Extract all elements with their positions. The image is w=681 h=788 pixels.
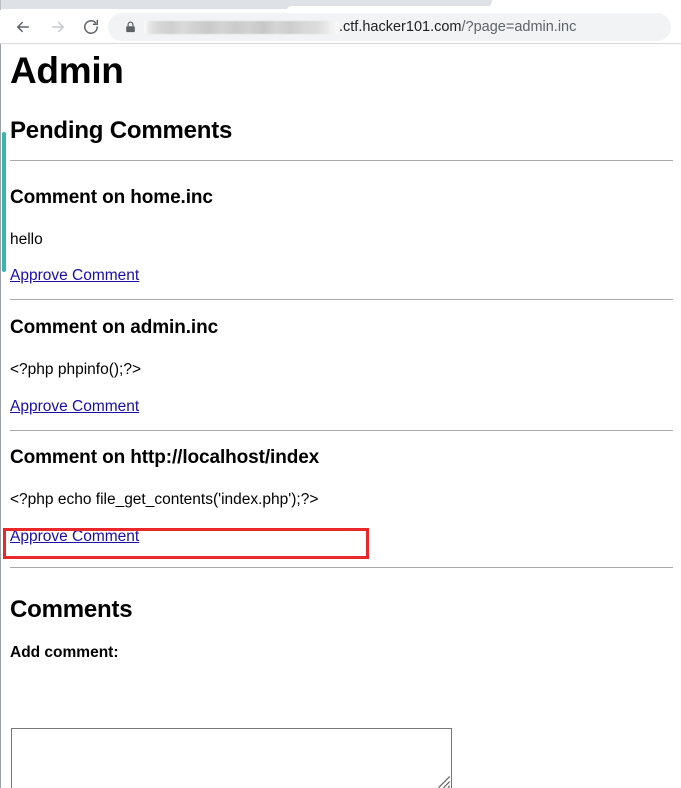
comment-heading: Comment on http://localhost/index — [10, 447, 320, 468]
section-divider — [10, 430, 673, 431]
comment-body: <?php phpinfo();?> — [10, 361, 141, 378]
browser-chrome: .ctf.hacker101.com/?page=admin.inc — [0, 0, 681, 44]
add-comment-label: Add comment: — [10, 644, 119, 661]
browser-toolbar: .ctf.hacker101.com/?page=admin.inc — [0, 10, 681, 44]
forward-arrow-icon — [52, 21, 64, 33]
url-domain: .ctf.hacker101.com — [339, 19, 462, 35]
pending-comments-heading: Pending Comments — [10, 117, 233, 144]
comment-body: hello — [10, 231, 43, 248]
comment-heading: Comment on home.inc — [10, 187, 213, 208]
section-divider — [10, 567, 673, 568]
approve-comment-link[interactable]: Approve Comment — [10, 528, 139, 546]
page-viewport: Admin Pending Comments Comment on home.i… — [0, 44, 681, 788]
comments-heading: Comments — [10, 596, 133, 623]
section-divider — [10, 299, 673, 300]
lock-icon — [126, 21, 135, 33]
url-text: .ctf.hacker101.com/?page=admin.inc — [144, 13, 576, 41]
approve-comment-link[interactable]: Approve Comment — [10, 398, 139, 416]
comment-heading: Comment on admin.inc — [10, 317, 219, 338]
section-divider — [10, 160, 673, 161]
url-redacted-subdomain — [144, 20, 339, 34]
page-title: Admin — [10, 50, 124, 91]
reload-button[interactable] — [78, 14, 104, 40]
tab-strip — [0, 0, 681, 12]
viewport-left-border — [0, 44, 1, 788]
scroll-position-indicator[interactable] — [2, 132, 6, 272]
url-path: /?page=admin.inc — [461, 19, 577, 35]
forward-button[interactable] — [45, 14, 71, 40]
back-button[interactable] — [10, 14, 36, 40]
address-bar[interactable]: .ctf.hacker101.com/?page=admin.inc — [108, 13, 671, 41]
approve-comment-link[interactable]: Approve Comment — [10, 267, 139, 285]
reload-icon — [84, 19, 99, 34]
comment-body: <?php echo file_get_contents('index.php'… — [10, 491, 319, 508]
comment-input[interactable] — [11, 728, 452, 788]
back-arrow-icon — [17, 21, 29, 33]
